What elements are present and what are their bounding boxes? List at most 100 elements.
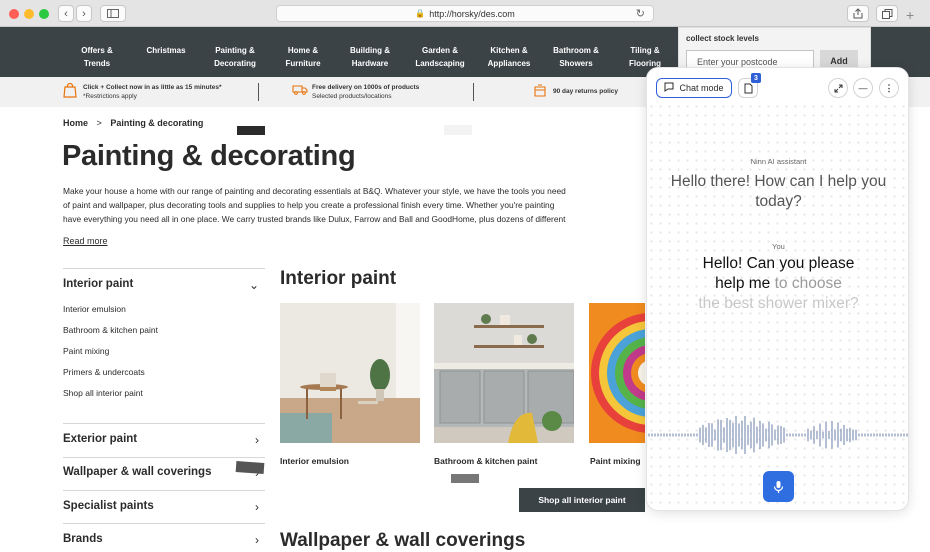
nav-item-offers[interactable]: Offers & Trends: [74, 44, 120, 70]
product-image-interior-emulsion[interactable]: [280, 303, 420, 443]
forward-button[interactable]: ›: [76, 5, 92, 22]
more-vertical-icon: ⋮: [884, 82, 894, 93]
expand-icon: [834, 84, 842, 92]
usp-sub: Selected products/locations: [312, 93, 392, 100]
minus-icon: —: [858, 83, 868, 93]
ai-assistant-panel: Chat mode 3 — ⋮ Ninn AI assistant Hello …: [646, 67, 909, 511]
sidebar-link[interactable]: Paint mixing: [63, 346, 109, 356]
nav-label: Showers: [559, 59, 593, 68]
minimize-window-button[interactable]: [24, 9, 34, 19]
reload-icon[interactable]: ↻: [636, 7, 645, 20]
intro-line: Make your house a home with our range of…: [63, 186, 566, 196]
sidebar-toggle-button[interactable]: [100, 5, 126, 22]
intro-line: of paint and wallpaper, plus decorating …: [63, 200, 555, 210]
sidebar-link[interactable]: Shop all interior paint: [63, 388, 143, 398]
product-label[interactable]: Bathroom & kitchen paint: [434, 456, 537, 466]
back-button[interactable]: ‹: [58, 5, 74, 22]
chevron-left-icon: ‹: [64, 7, 68, 20]
shopping-bag-icon: [63, 82, 77, 98]
document-icon: [744, 83, 752, 93]
product-image-paint-mixing[interactable]: [589, 303, 645, 443]
chevron-right-icon: ›: [82, 7, 86, 20]
breadcrumb-home[interactable]: Home: [63, 118, 88, 128]
voice-waveform: [648, 416, 908, 454]
nav-item-bathroom[interactable]: Bathroom & Showers: [546, 44, 606, 70]
chevron-right-icon: ›: [255, 433, 259, 447]
redaction-block: [235, 461, 265, 474]
minimize-button[interactable]: —: [853, 78, 873, 98]
nav-item-painting[interactable]: Painting & Decorating: [206, 44, 264, 70]
nav-item-garden[interactable]: Garden & Landscaping: [408, 44, 472, 70]
sidebar-link[interactable]: Bathroom & kitchen paint: [63, 325, 158, 335]
page-title: Painting & decorating: [62, 140, 356, 172]
nav-label: Landscaping: [415, 59, 465, 68]
more-options-button[interactable]: ⋮: [879, 78, 899, 98]
sidebar-heading-label: Wallpaper & wall coverings: [63, 466, 212, 478]
product-image-bathroom-kitchen-paint[interactable]: [434, 303, 574, 443]
usp-title: Click + Collect now in as little as 15 m…: [83, 84, 222, 91]
nav-item-building[interactable]: Building & Hardware: [342, 44, 398, 70]
tabs-button[interactable]: [876, 5, 898, 22]
nav-label: Offers &: [81, 46, 113, 55]
nav-label: Appliances: [487, 59, 531, 68]
sidebar-heading-label: Brands: [63, 533, 103, 545]
read-more-link[interactable]: Read more: [63, 236, 108, 246]
nav-label: Painting &: [215, 46, 255, 55]
zoom-window-button[interactable]: [39, 9, 49, 19]
documents-count-badge: 3: [751, 73, 761, 83]
product-label[interactable]: Interior emulsion: [280, 456, 349, 466]
shop-all-interior-paint-button[interactable]: Shop all interior paint: [519, 488, 645, 512]
nav-label: Christmas: [146, 46, 186, 55]
chevron-right-icon: ›: [255, 500, 259, 514]
chevron-down-icon: ⌄: [248, 278, 259, 292]
breadcrumb-current: Painting & decorating: [110, 118, 204, 128]
chevron-right-icon: ›: [255, 533, 259, 547]
breadcrumb: Home > Painting & decorating: [63, 118, 203, 128]
chat-header: Chat mode 3 — ⋮: [647, 68, 908, 104]
nav-item-christmas[interactable]: Christmas: [140, 44, 192, 57]
nav-label: Trends: [83, 59, 111, 68]
product-label[interactable]: Paint mixing: [590, 456, 641, 466]
redaction-block: [444, 125, 472, 135]
nav-label: Kitchen &: [490, 46, 528, 55]
nav-label: Home &: [287, 46, 319, 55]
redaction-block: [451, 474, 479, 483]
sidebar-item-specialist-paints[interactable]: Specialist paints ›: [63, 500, 265, 514]
share-button[interactable]: [847, 5, 869, 22]
chat-mode-button[interactable]: Chat mode: [656, 78, 732, 98]
sidebar-item-brands[interactable]: Brands ›: [63, 533, 265, 547]
user-message: Hello! Can you please help me to choose …: [677, 254, 880, 314]
nav-label: Garden &: [421, 46, 458, 55]
nav-item-home[interactable]: Home & Furniture: [276, 44, 330, 70]
assistant-name: Ninn AI assistant: [750, 157, 807, 166]
microphone-button[interactable]: [763, 471, 794, 502]
sidebar-link[interactable]: Primers & undercoats: [63, 367, 145, 377]
sidebar-heading-interior-paint[interactable]: Interior paint ⌄: [63, 278, 265, 292]
share-icon: [853, 8, 863, 19]
sidebar-item-exterior-paint[interactable]: Exterior paint ›: [63, 433, 265, 447]
breadcrumb-separator: >: [96, 118, 102, 128]
documents-button[interactable]: 3: [738, 73, 761, 98]
microphone-icon: [773, 480, 784, 493]
nav-label: Hardware: [351, 59, 389, 68]
sidebar-link[interactable]: Interior emulsion: [63, 304, 126, 314]
intro-text: Make your house a home with our range of…: [63, 184, 648, 229]
nav-item-kitchen[interactable]: Kitchen & Appliances: [480, 44, 538, 70]
user-message-line: the best shower mixer?: [698, 295, 859, 312]
nav-label: Decorating: [214, 59, 256, 68]
nav-label: Bathroom &: [553, 46, 599, 55]
close-window-button[interactable]: [9, 9, 19, 19]
nav-label: Building &: [350, 46, 390, 55]
nav-label: Tiling &: [630, 46, 660, 55]
usp-sub: *Restrictions apply: [83, 93, 137, 100]
usp-returns: 90 day returns policy: [533, 84, 618, 97]
new-tab-button[interactable]: +: [906, 7, 928, 25]
divider: [473, 83, 474, 101]
expand-button[interactable]: [828, 78, 848, 98]
divider: [258, 83, 259, 101]
user-message-part: help me: [715, 275, 771, 292]
address-bar[interactable]: 🔒 http://horsky/des.com ↻: [276, 5, 654, 22]
lock-icon: 🔒: [415, 9, 426, 18]
divider: [63, 457, 265, 458]
divider: [63, 523, 265, 524]
